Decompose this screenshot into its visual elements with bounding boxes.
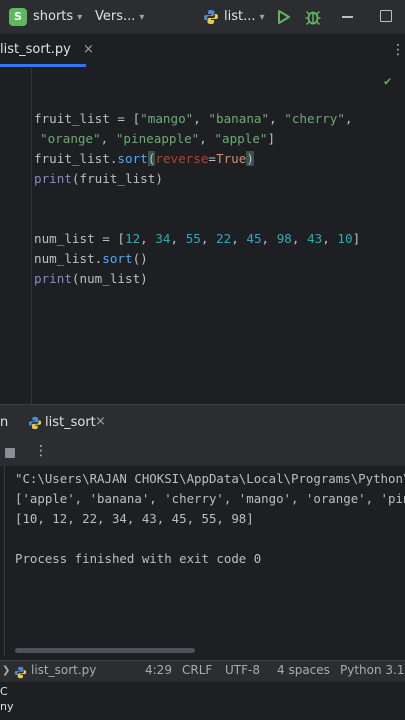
bottom-text-1: C (0, 685, 8, 698)
code-line-5: num_list = [12, 34, 55, 22, 45, 98, 43, … (34, 231, 361, 246)
horizontal-scrollbar[interactable] (15, 648, 195, 653)
console-line-2: ['apple', 'banana', 'cherry', 'mango', '… (15, 491, 405, 506)
chevron-right-icon: ❯ (2, 665, 11, 676)
line-separator[interactable]: CRLF (182, 663, 212, 677)
code-line-3: fruit_list.sort(reverse=True) (34, 151, 254, 166)
run-toolbar: ⋮ (0, 440, 405, 466)
more-options-icon[interactable]: ⋮ (34, 443, 48, 459)
close-icon[interactable]: × (95, 414, 106, 429)
inspection-ok-icon: ✔ (384, 74, 392, 88)
python-icon (14, 664, 27, 683)
chevron-down-icon: ▾ (259, 12, 265, 23)
chevron-down-icon: ▾ (139, 12, 145, 23)
run-config-selector[interactable]: list... ▾ (224, 9, 265, 24)
python-icon (203, 9, 219, 29)
run-icon[interactable] (277, 9, 291, 29)
debug-icon[interactable] (305, 8, 321, 30)
console-gutter (4, 466, 5, 656)
vcs-label: Vers... (95, 9, 136, 24)
bottom-text-2: ny (0, 700, 14, 713)
tab-options-icon[interactable]: ⋮ (391, 42, 405, 58)
tab-list-sort[interactable]: list_sort.py × (0, 42, 94, 57)
project-badge[interactable]: S (9, 8, 27, 26)
run-panel-header: n list_sort × (0, 404, 405, 441)
bottom-strip: C ny (0, 682, 405, 720)
tab-label: list_sort.py (0, 42, 71, 57)
gutter-divider (31, 68, 32, 404)
python-icon (28, 415, 42, 434)
console-line-4: Process finished with exit code 0 (15, 551, 262, 566)
code-line-4: print(fruit_list) (34, 171, 163, 186)
file-encoding[interactable]: UTF-8 (225, 663, 260, 677)
chevron-down-icon: ▾ (77, 12, 83, 23)
console-line-3: [10, 12, 22, 34, 43, 45, 55, 98] (15, 511, 254, 526)
code-line-7: print(num_list) (34, 271, 148, 286)
stop-icon[interactable] (5, 448, 15, 458)
vcs-selector[interactable]: Vers... ▾ (95, 9, 144, 24)
code-line-1: fruit_list = ["mango", "banana", "cherry… (34, 111, 353, 126)
indent-setting[interactable]: 4 spaces (277, 663, 330, 677)
project-name: shorts (33, 9, 74, 24)
minimize-icon[interactable] (342, 16, 353, 18)
python-interpreter[interactable]: Python 3.13 (340, 663, 405, 677)
run-panel-title: n (0, 415, 9, 430)
code-line-2: "orange", "pineapple", "apple"] (40, 131, 276, 146)
breadcrumb-file[interactable]: list_sort.py (31, 663, 96, 677)
project-selector[interactable]: shorts ▾ (33, 9, 82, 24)
console-line-1: "C:\Users\RAJAN CHOKSI\AppData\Local\Pro… (15, 471, 405, 486)
maximize-icon[interactable] (380, 10, 392, 22)
code-line-6: num_list.sort() (34, 251, 148, 266)
close-icon[interactable]: × (83, 42, 94, 57)
main-toolbar: S shorts ▾ Vers... ▾ list... ▾ (0, 0, 405, 35)
active-tab-indicator (0, 64, 86, 67)
run-tab-list-sort[interactable]: list_sort (45, 415, 96, 430)
caret-position[interactable]: 4:29 (145, 663, 172, 677)
run-config-name: list... (224, 9, 256, 24)
